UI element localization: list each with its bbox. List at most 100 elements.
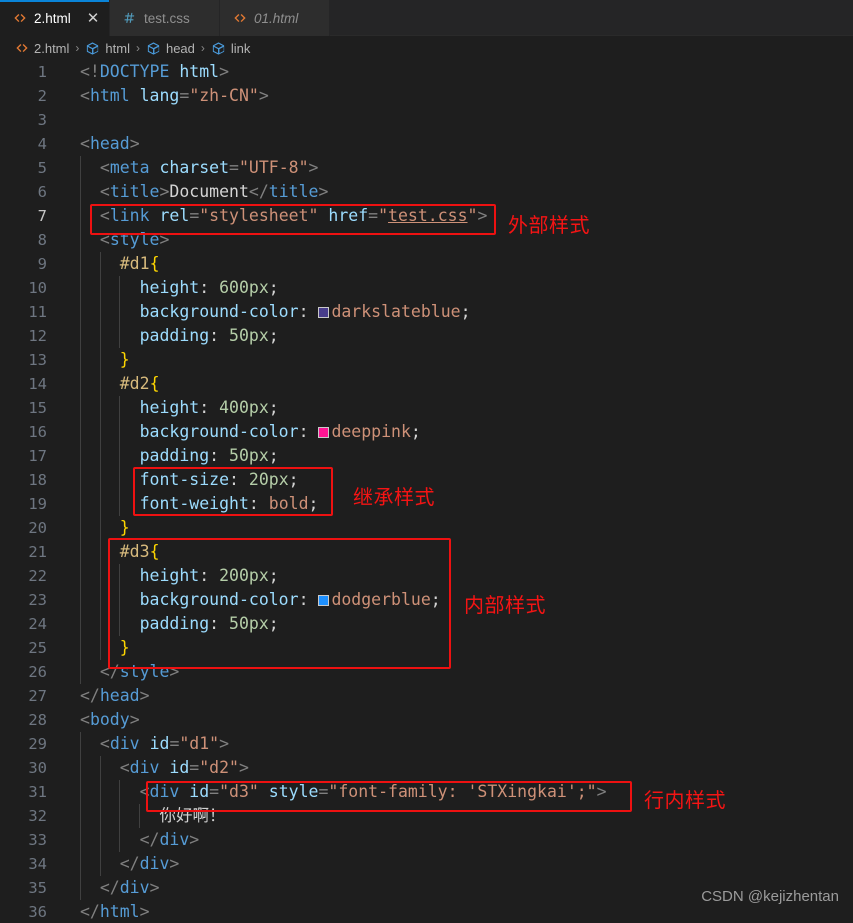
code-line-content[interactable]: </div> (62, 852, 853, 876)
code-line[interactable]: 11 background-color: darkslateblue; (0, 300, 853, 324)
code-line-content[interactable]: padding: 50px; (62, 324, 853, 348)
code-line-content[interactable]: <title>Document</title> (62, 180, 853, 204)
code-line[interactable]: 15 height: 400px; (0, 396, 853, 420)
code-line[interactable]: 3 (0, 108, 853, 132)
code-line[interactable]: 6 <title>Document</title> (0, 180, 853, 204)
code-token: = (189, 206, 200, 225)
breadcrumb-item-2-html[interactable]: 2.html (14, 41, 69, 56)
code-line-content[interactable]: } (62, 348, 853, 372)
code-line[interactable]: 24 padding: 50px; (0, 612, 853, 636)
code-line[interactable]: 5 <meta charset="UTF-8"> (0, 156, 853, 180)
indent-guide (99, 372, 101, 396)
code-line-content[interactable]: font-size: 20px; (62, 468, 853, 492)
code-line[interactable]: 28 <body> (0, 708, 853, 732)
code-line[interactable]: 1 <!DOCTYPE html> (0, 60, 853, 84)
tab-label: 2.html (34, 10, 71, 26)
editor-tab-test-css[interactable]: test.css (110, 0, 220, 36)
indent-guide (79, 876, 81, 900)
code-line-content[interactable]: </head> (62, 684, 853, 708)
code-token: : (209, 614, 230, 633)
code-token: < (80, 182, 110, 201)
code-line-content[interactable]: <div id="d1"> (62, 732, 853, 756)
code-line-content[interactable]: background-color: darkslateblue; (62, 300, 853, 324)
code-line-content[interactable]: <head> (62, 132, 853, 156)
code-line[interactable]: 26 </style> (0, 660, 853, 684)
code-line[interactable]: 22 height: 200px; (0, 564, 853, 588)
breadcrumb-item-html[interactable]: html (85, 41, 130, 56)
line-number: 22 (28, 567, 47, 585)
code-line[interactable]: 30 <div id="d2"> (0, 756, 853, 780)
code-token: ; (268, 566, 279, 585)
code-editor[interactable]: 1 <!DOCTYPE html> 2 <html lang="zh-CN"> 3 4 <h… (0, 60, 853, 923)
code-line-content[interactable]: <div id="d2"> (62, 756, 853, 780)
code-token: title (268, 182, 319, 201)
editor-tab-2-html[interactable]: 2.html ✕ (0, 0, 110, 36)
code-line-content[interactable]: } (62, 516, 853, 540)
code-line[interactable]: 21 #d3{ (0, 540, 853, 564)
color-swatch[interactable] (318, 427, 330, 438)
indent-guide (79, 852, 81, 876)
code-token: test.css (388, 206, 468, 225)
code-line[interactable]: 14 #d2{ (0, 372, 853, 396)
code-line-content[interactable]: 你好啊！ (62, 804, 853, 828)
code-line-content[interactable]: #d3{ (62, 540, 853, 564)
indent-guide (79, 396, 81, 420)
code-token: background-color (139, 302, 299, 321)
code-line-content[interactable]: <div id="d3" style="font-family: 'STXing… (62, 780, 853, 804)
code-line[interactable]: 17 padding: 50px; (0, 444, 853, 468)
code-token: height (139, 566, 200, 585)
code-token: : (298, 302, 319, 321)
close-icon[interactable]: ✕ (80, 9, 100, 27)
code-line[interactable]: 8 <style> (0, 228, 853, 252)
code-line[interactable]: 13 } (0, 348, 853, 372)
code-line-content[interactable]: <link rel="stylesheet" href="test.css"> (62, 204, 853, 228)
code-line-content[interactable]: height: 200px; (62, 564, 853, 588)
code-line-content[interactable]: <body> (62, 708, 853, 732)
code-line-content[interactable]: padding: 50px; (62, 444, 853, 468)
code-line[interactable]: 33 </div> (0, 828, 853, 852)
color-swatch[interactable] (318, 307, 330, 318)
code-line[interactable]: 20 } (0, 516, 853, 540)
code-line-content[interactable]: background-color: dodgerblue; (62, 588, 853, 612)
code-line[interactable]: 2 <html lang="zh-CN"> (0, 84, 853, 108)
code-line[interactable]: 7 <link rel="stylesheet" href="test.css"… (0, 204, 853, 228)
code-line[interactable]: 9 #d1{ (0, 252, 853, 276)
code-line-content[interactable]: #d2{ (62, 372, 853, 396)
code-line-content[interactable]: <!DOCTYPE html> (62, 60, 853, 84)
code-line-content[interactable]: height: 600px; (62, 276, 853, 300)
code-line-content[interactable]: } (62, 636, 853, 660)
code-line[interactable]: 23 background-color: dodgerblue; (0, 588, 853, 612)
indent-guide (79, 156, 81, 180)
editor-tab-01-html[interactable]: 01.html (220, 0, 330, 36)
code-line-content[interactable]: <style> (62, 228, 853, 252)
breadcrumb-item-head[interactable]: head (146, 41, 195, 56)
code-line-content[interactable]: <meta charset="UTF-8"> (62, 156, 853, 180)
breadcrumb-item-link[interactable]: link (211, 41, 250, 56)
code-token: background-color (139, 590, 299, 609)
code-line[interactable]: 16 background-color: deeppink; (0, 420, 853, 444)
indent-guide (99, 588, 101, 612)
code-line-content[interactable]: <html lang="zh-CN"> (62, 84, 853, 108)
code-line-content[interactable]: background-color: deeppink; (62, 420, 853, 444)
indent-guide (99, 348, 101, 372)
line-number: 27 (28, 687, 47, 705)
code-line[interactable]: 34 </div> (0, 852, 853, 876)
code-line-content[interactable]: #d1{ (62, 252, 853, 276)
code-line[interactable]: 25 } (0, 636, 853, 660)
code-line[interactable]: 10 height: 600px; (0, 276, 853, 300)
code-line-content[interactable]: height: 400px; (62, 396, 853, 420)
code-line[interactable]: 4 <head> (0, 132, 853, 156)
code-line-content[interactable]: </style> (62, 660, 853, 684)
indent-guide (119, 324, 121, 348)
code-line[interactable]: 27 </head> (0, 684, 853, 708)
code-line-content[interactable]: font-weight: bold; (62, 492, 853, 516)
line-number: 34 (28, 855, 47, 873)
code-token: ; (268, 614, 279, 633)
code-token: link (109, 206, 150, 225)
code-line-content[interactable]: </div> (62, 828, 853, 852)
indent-guide (99, 420, 101, 444)
code-line-content[interactable]: padding: 50px; (62, 612, 853, 636)
code-line[interactable]: 29 <div id="d1"> (0, 732, 853, 756)
color-swatch[interactable] (318, 595, 330, 606)
code-line[interactable]: 12 padding: 50px; (0, 324, 853, 348)
